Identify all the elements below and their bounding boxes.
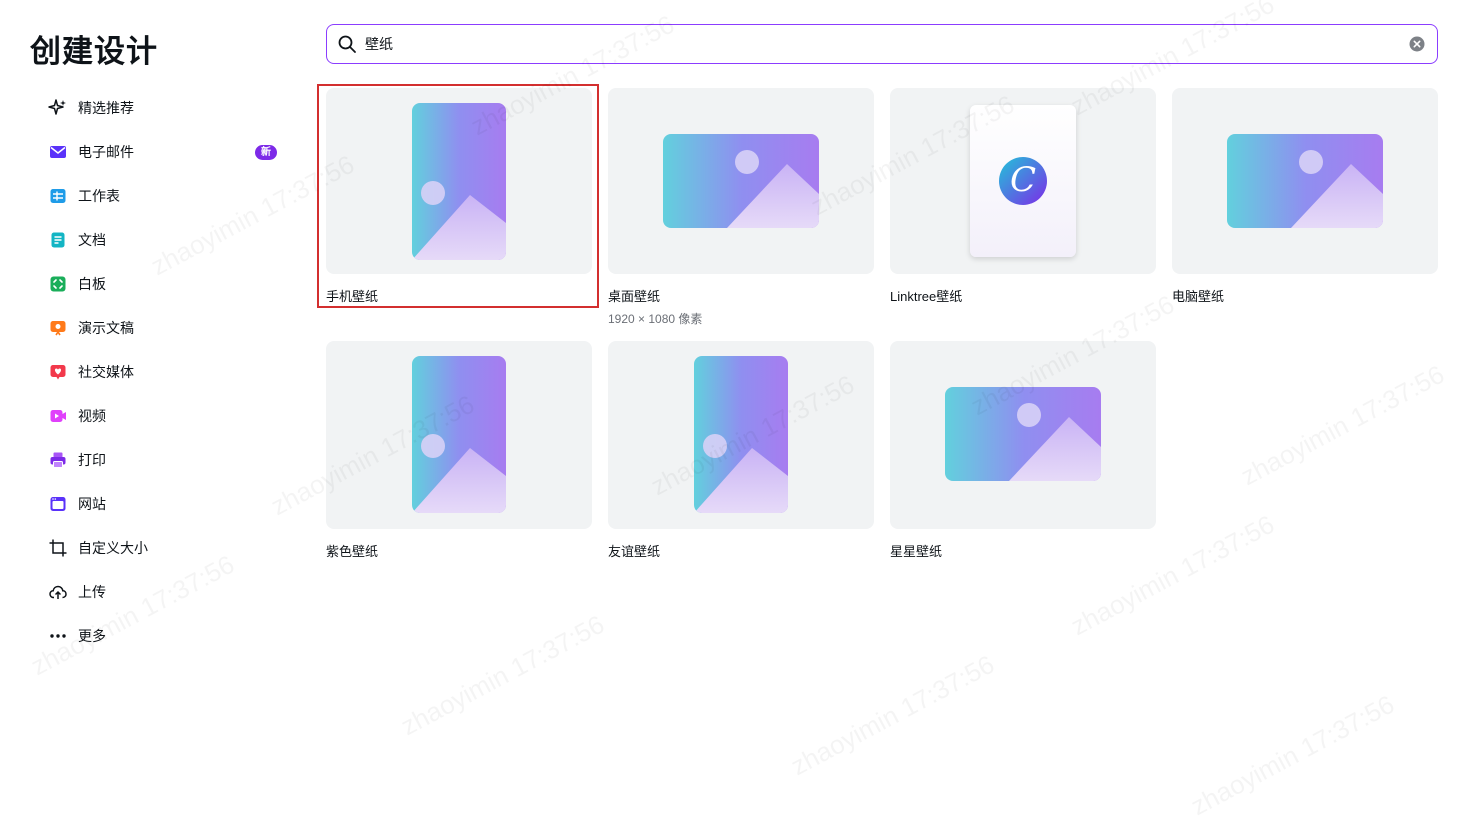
sidebar: 精选推荐 电子邮件 新 工作表 文档 白板 演示文稿 社交媒体 视频 打印 网站…: [40, 86, 290, 658]
mail-icon: [48, 142, 68, 162]
new-badge: 新: [255, 145, 277, 160]
card-thumbnail: [608, 341, 874, 529]
sidebar-item-label: 白板: [78, 276, 106, 292]
more-icon: [48, 626, 68, 646]
watermark: zhaoyimin 17:37:56: [1186, 689, 1400, 822]
result-card-computer-wallpaper[interactable]: 电脑壁纸: [1172, 88, 1438, 305]
result-card-linktree-wallpaper[interactable]: C Linktree壁纸: [890, 88, 1156, 305]
card-title: Linktree壁纸: [890, 289, 963, 304]
card-thumbnail: [608, 88, 874, 274]
sidebar-item-label: 更多: [78, 628, 106, 644]
blank-doc-preview: C: [970, 105, 1076, 257]
card-title: 电脑壁纸: [1172, 289, 1225, 304]
canva-logo-icon: C: [999, 157, 1047, 205]
sidebar-item-whiteboard[interactable]: 白板: [40, 262, 290, 306]
card-thumbnail: [890, 341, 1156, 529]
image-placeholder-icon: [1227, 134, 1383, 228]
sidebar-item-label: 工作表: [78, 188, 120, 204]
sidebar-item-print[interactable]: 打印: [40, 438, 290, 482]
whiteboard-icon: [48, 274, 68, 294]
image-placeholder-icon: [412, 103, 506, 260]
sidebar-item-label: 自定义大小: [78, 540, 148, 556]
card-thumbnail: [326, 88, 592, 274]
sidebar-item-upload[interactable]: 上传: [40, 570, 290, 614]
watermark: zhaoyimin 17:37:56: [396, 609, 610, 742]
image-placeholder-icon: [412, 356, 506, 513]
image-placeholder-icon: [945, 387, 1101, 481]
result-card-purple-wallpaper[interactable]: 紫色壁纸: [326, 341, 592, 560]
search-input[interactable]: [365, 36, 1409, 52]
card-title: 星星壁纸: [890, 544, 943, 559]
search-bar[interactable]: [326, 24, 1438, 64]
sidebar-item-doc[interactable]: 文档: [40, 218, 290, 262]
sheet-icon: [48, 186, 68, 206]
sidebar-item-label: 演示文稿: [78, 320, 134, 336]
sidebar-item-social[interactable]: 社交媒体: [40, 350, 290, 394]
result-card-desktop-wallpaper[interactable]: 桌面壁纸 1920 × 1080 像素: [608, 88, 874, 327]
sidebar-item-video[interactable]: 视频: [40, 394, 290, 438]
image-placeholder-icon: [663, 134, 819, 228]
result-card-star-wallpaper[interactable]: 星星壁纸: [890, 341, 1156, 560]
card-thumbnail: C: [890, 88, 1156, 274]
create-design-dialog: 创建设计 精选推荐 电子邮件 新 工作表 文档 白板 演示文稿 社交媒体 视频 …: [0, 0, 1470, 828]
search-icon: [338, 35, 356, 53]
sidebar-item-label: 精选推荐: [78, 100, 134, 116]
result-card-friendship-wallpaper[interactable]: 友谊壁纸: [608, 341, 874, 560]
sidebar-item-label: 文档: [78, 232, 106, 248]
card-title: 手机壁纸: [326, 289, 379, 304]
card-dimensions: 1920 × 1080 像素: [608, 312, 703, 326]
sidebar-item-custom-size[interactable]: 自定义大小: [40, 526, 290, 570]
result-card-phone-wallpaper[interactable]: 手机壁纸: [326, 88, 592, 305]
sidebar-item-label: 网站: [78, 496, 106, 512]
page-title: 创建设计: [30, 34, 158, 69]
sidebar-item-label: 电子邮件: [78, 144, 134, 160]
sidebar-item-website[interactable]: 网站: [40, 482, 290, 526]
card-title: 桌面壁纸: [608, 289, 661, 304]
presentation-icon: [48, 318, 68, 338]
watermark: zhaoyimin 17:37:56: [1236, 359, 1450, 492]
printer-icon: [48, 450, 68, 470]
sidebar-item-more[interactable]: 更多: [40, 614, 290, 658]
card-title: 紫色壁纸: [326, 544, 379, 559]
heart-icon: [48, 362, 68, 382]
custom-size-icon: [48, 538, 68, 558]
sidebar-item-label: 打印: [78, 452, 106, 468]
card-title: 友谊壁纸: [608, 544, 661, 559]
sidebar-item-presentation[interactable]: 演示文稿: [40, 306, 290, 350]
sidebar-item-email[interactable]: 电子邮件 新: [40, 130, 290, 174]
website-icon: [48, 494, 68, 514]
image-placeholder-icon: [694, 356, 788, 513]
sidebar-item-featured[interactable]: 精选推荐: [40, 86, 290, 130]
card-thumbnail: [1172, 88, 1438, 274]
sparkle-icon: [48, 98, 68, 118]
cloud-upload-icon: [48, 582, 68, 602]
sidebar-item-label: 上传: [78, 584, 106, 600]
watermark: zhaoyimin 17:37:56: [786, 649, 1000, 782]
sidebar-item-sheet[interactable]: 工作表: [40, 174, 290, 218]
doc-icon: [48, 230, 68, 250]
sidebar-item-label: 视频: [78, 408, 106, 424]
card-thumbnail: [326, 341, 592, 529]
video-icon: [48, 406, 68, 426]
sidebar-item-label: 社交媒体: [78, 364, 134, 380]
clear-search-icon[interactable]: [1409, 36, 1425, 52]
